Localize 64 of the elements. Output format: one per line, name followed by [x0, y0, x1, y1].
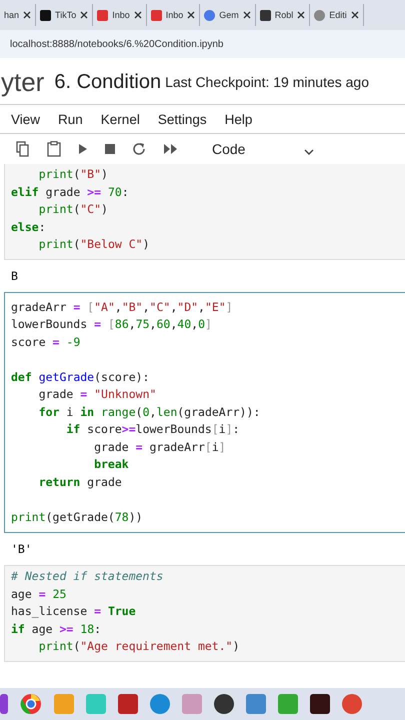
menu-item[interactable]: Run	[58, 112, 83, 126]
code-line: def getGrade(score):	[11, 368, 150, 386]
site-icon	[314, 10, 326, 20]
run-icon[interactable]	[78, 143, 88, 155]
close-icon[interactable]	[23, 11, 32, 19]
copy-icon[interactable]	[16, 141, 30, 157]
code-cell[interactable]: print("B") elif grade >= 70: print("C") else: print("Below C")	[4, 164, 405, 260]
site-icon	[204, 10, 216, 20]
browser-tab[interactable]: Gem	[200, 4, 256, 26]
code-cell[interactable]	[4, 292, 405, 533]
menu-item[interactable]: Help	[224, 112, 252, 126]
checkpoint-status: Last Checkpoint: 19 minutes ago	[165, 74, 369, 90]
close-icon[interactable]	[297, 11, 306, 19]
taskbar-app-icon[interactable]	[0, 694, 8, 714]
close-icon[interactable]	[134, 11, 142, 19]
code-line: # Nested if statements	[11, 568, 164, 585]
jupyter-logo-text: yter	[1, 66, 44, 98]
code-line: if age >= 18:	[11, 620, 102, 638]
code-line: age = 25	[11, 586, 68, 602]
code-line: grade = gradeArr[i]	[93, 438, 227, 456]
code-line: has_license = True	[11, 603, 137, 620]
cell-type-dropdown[interactable]: Code	[212, 141, 246, 157]
code-line: else:	[11, 218, 47, 236]
code-line: return grade	[38, 474, 123, 490]
caret-icon	[304, 149, 314, 155]
site-icon	[40, 10, 52, 20]
browser-tab[interactable]: han	[0, 4, 36, 26]
code-line: lowerBounds = [86,75,60,40,0]	[11, 316, 213, 333]
browser-tab[interactable]: Robl	[256, 4, 310, 26]
close-icon[interactable]	[242, 11, 251, 19]
code-line: grade = "Unknown"	[38, 386, 158, 403]
code-line: print("C")	[38, 201, 109, 218]
code-line: for i in range(0,len(gradeArr)):	[38, 404, 262, 420]
site-icon	[97, 10, 108, 20]
browser-tab[interactable]: Inbo	[146, 4, 200, 26]
code-line: print("B")	[38, 166, 109, 183]
code-line: print("Below C")	[38, 236, 150, 253]
browser-icon[interactable]	[20, 693, 42, 715]
browser-tab[interactable]: Editi	[310, 4, 364, 26]
cell-output: 'B'	[10, 541, 33, 558]
restart-icon[interactable]	[132, 142, 146, 156]
code-line: elif grade >= 70:	[11, 184, 130, 200]
code-line: print("Age requirement met.")	[38, 638, 241, 655]
close-icon[interactable]	[80, 11, 88, 19]
site-icon	[150, 10, 162, 20]
taskbar-app-icon[interactable]	[214, 694, 234, 714]
notebook-title[interactable]: 6. Condition	[54, 70, 162, 94]
code-line: print(getGrade(78))	[11, 508, 144, 526]
code-line: if score>=lowerBounds[i]:	[65, 421, 241, 438]
menu-item[interactable]: View	[11, 112, 40, 126]
fast-forward-icon[interactable]	[163, 143, 179, 155]
paste-icon[interactable]	[47, 141, 61, 157]
code-line: score = -9	[11, 334, 82, 350]
menu-item[interactable]: Settings	[158, 112, 207, 126]
menu-item[interactable]: Kernel	[100, 112, 140, 126]
browser-tab[interactable]: Inbo	[93, 4, 147, 26]
close-icon[interactable]	[350, 11, 359, 19]
cell-output: B	[10, 268, 19, 284]
code-line: break	[93, 456, 130, 473]
close-icon[interactable]	[187, 11, 196, 19]
code-cell[interactable]: # Nested if statements age = 25 has_license = True if age >= 18: print("Age requirement met.")	[4, 565, 405, 662]
browser-tab[interactable]: TikTo	[36, 4, 94, 26]
code-line: gradeArr = ["A","B","C","D","E"]	[11, 298, 234, 316]
site-icon	[260, 10, 271, 20]
